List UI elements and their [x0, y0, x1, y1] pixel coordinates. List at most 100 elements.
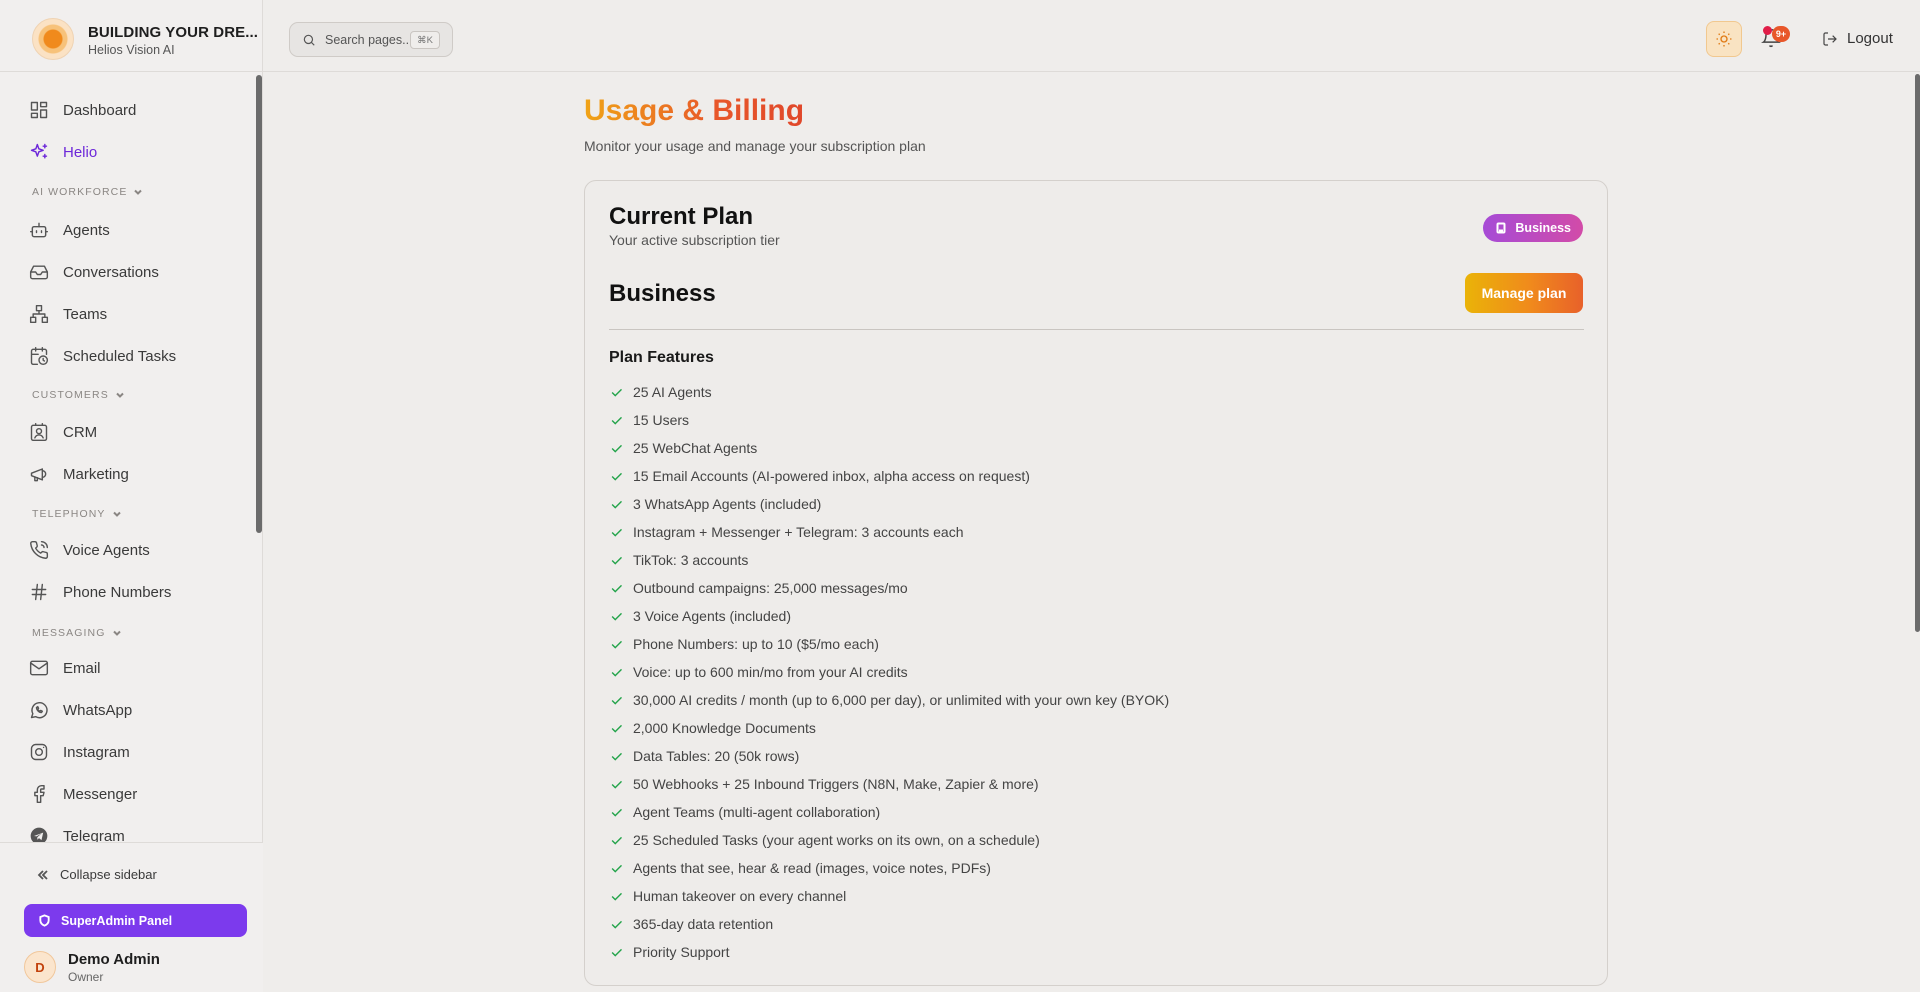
notification-count-badge: 9+	[1772, 26, 1790, 42]
user-role: Owner	[68, 970, 104, 984]
feature-label: 50 Webhooks + 25 Inbound Triggers (N8N, …	[633, 776, 1039, 792]
sidebar-item-helio[interactable]: Helio	[28, 136, 248, 168]
feature-label: 30,000 AI credits / month (up to 6,000 p…	[633, 692, 1170, 708]
check-icon	[611, 752, 622, 761]
feature-label: Agent Teams (multi-agent collaboration)	[633, 804, 881, 820]
check-icon	[611, 780, 622, 789]
sidebar-item-label: Helio	[63, 143, 98, 161]
mail-icon	[28, 657, 50, 679]
list-item: Outbound campaigns: 25,000 messages/mo	[609, 577, 908, 599]
sidebar-item-label: Email	[63, 659, 101, 677]
brand-logo	[32, 18, 74, 60]
check-icon	[611, 612, 622, 621]
check-icon	[611, 444, 622, 453]
section-telephony[interactable]: TELEPHONY	[32, 508, 122, 520]
feature-label: 2,000 Knowledge Documents	[633, 720, 816, 736]
sidebar-item-telegram[interactable]: Telegram	[28, 820, 248, 842]
section-label: MESSAGING	[32, 627, 106, 639]
sidebar-item-instagram[interactable]: Instagram	[28, 736, 248, 768]
list-item: 25 Scheduled Tasks (your agent works on …	[609, 829, 1040, 851]
check-icon	[611, 500, 622, 509]
page-scrollbar[interactable]	[1915, 74, 1920, 632]
list-item: TikTok: 3 accounts	[609, 549, 748, 571]
chevron-down-icon	[116, 392, 124, 398]
feature-label: TikTok: 3 accounts	[633, 552, 749, 568]
check-icon	[611, 528, 622, 537]
sidebar-item-label: CRM	[63, 423, 98, 441]
sidebar-item-voice-agents[interactable]: Voice Agents	[28, 534, 248, 566]
list-item: Instagram + Messenger + Telegram: 3 acco…	[609, 521, 963, 543]
current-plan-card: Current Plan Your active subscription ti…	[584, 180, 1608, 986]
sidebar: BUILDING YOUR DRE... Helios Vision AI Da…	[0, 0, 263, 992]
feature-label: Human takeover on every channel	[633, 888, 847, 904]
feature-label: Phone Numbers: up to 10 ($5/mo each)	[633, 636, 879, 652]
sidebar-item-teams[interactable]: Teams	[28, 298, 248, 330]
list-item: 15 Email Accounts (AI-powered inbox, alp…	[609, 465, 1030, 487]
list-item: Phone Numbers: up to 10 ($5/mo each)	[609, 633, 879, 655]
sidebar-item-messenger[interactable]: Messenger	[28, 778, 248, 810]
feature-label: 25 AI Agents	[633, 384, 712, 400]
phone-call-icon	[28, 539, 50, 561]
list-item: Priority Support	[609, 941, 729, 963]
search-shortcut: ⌘K	[410, 31, 440, 49]
sidebar-item-agents[interactable]: Agents	[28, 214, 248, 246]
superadmin-panel-button[interactable]: SuperAdmin Panel	[24, 904, 247, 937]
list-item: 25 WebChat Agents	[609, 437, 757, 459]
sidebar-item-label: Agents	[63, 221, 110, 239]
feature-label: Data Tables: 20 (50k rows)	[633, 748, 800, 764]
chevron-down-icon	[134, 189, 143, 195]
sidebar-item-label: Phone Numbers	[63, 583, 172, 601]
plan-badge-label: Business	[1515, 221, 1571, 235]
user-name: Demo Admin	[68, 951, 160, 968]
page-title: Usage & Billing	[584, 94, 805, 127]
manage-plan-button[interactable]: Manage plan	[1465, 273, 1583, 313]
collapse-sidebar-button[interactable]: Collapse sidebar	[36, 867, 157, 882]
sidebar-item-scheduled-tasks[interactable]: Scheduled Tasks	[28, 340, 248, 372]
section-customers[interactable]: CUSTOMERS	[32, 389, 125, 401]
feature-label: 15 Email Accounts (AI-powered inbox, alp…	[633, 468, 1030, 484]
check-icon	[611, 640, 622, 649]
check-icon	[611, 556, 622, 565]
search-placeholder: Search pages...	[325, 32, 413, 47]
sun-icon	[1716, 31, 1732, 47]
feature-label: Instagram + Messenger + Telegram: 3 acco…	[633, 524, 964, 540]
feature-label: Agents that see, hear & read (images, vo…	[633, 860, 991, 876]
section-messaging[interactable]: MESSAGING	[32, 627, 122, 639]
sidebar-item-dashboard[interactable]: Dashboard	[28, 94, 248, 126]
sidebar-item-marketing[interactable]: Marketing	[28, 458, 248, 490]
list-item: 25 AI Agents	[609, 381, 712, 403]
status-dot	[1763, 26, 1772, 35]
avatar[interactable]: D	[24, 951, 56, 983]
card-title: Current Plan	[609, 203, 754, 230]
sidebar-item-email[interactable]: Email	[28, 652, 248, 684]
brand-header[interactable]: BUILDING YOUR DRE... Helios Vision AI	[0, 0, 263, 72]
sidebar-item-phone-numbers[interactable]: Phone Numbers	[28, 576, 248, 608]
section-ai-workforce[interactable]: AI WORKFORCE	[32, 186, 143, 198]
search-input[interactable]: Search pages... ⌘K	[289, 22, 453, 57]
search-icon	[303, 34, 315, 46]
sidebar-item-whatsapp[interactable]: WhatsApp	[28, 694, 248, 726]
check-icon	[611, 948, 622, 957]
list-item: 3 Voice Agents (included)	[609, 605, 791, 627]
sidebar-item-label: Marketing	[63, 465, 129, 483]
collapse-label: Collapse sidebar	[60, 867, 157, 882]
sidebar-item-crm[interactable]: CRM	[28, 416, 248, 448]
chevron-down-icon	[112, 630, 121, 636]
list-item: 50 Webhooks + 25 Inbound Triggers (N8N, …	[609, 773, 1039, 795]
feature-label: Outbound campaigns: 25,000 messages/mo	[633, 580, 908, 596]
sidebar-item-label: Dashboard	[63, 101, 137, 119]
list-item: Human takeover on every channel	[609, 885, 846, 907]
sidebar-item-conversations[interactable]: Conversations	[28, 256, 248, 288]
check-icon	[611, 696, 622, 705]
check-icon	[611, 668, 622, 677]
dashboard-icon	[28, 99, 50, 121]
sidebar-item-label: Voice Agents	[63, 541, 150, 559]
card-subtitle: Your active subscription tier	[609, 232, 780, 248]
sidebar-scrollbar[interactable]	[256, 75, 262, 533]
section-label: TELEPHONY	[32, 508, 106, 520]
logout-icon	[1823, 31, 1837, 46]
sidebar-footer: Collapse sidebar SuperAdmin Panel D Demo…	[0, 842, 263, 992]
theme-toggle-button[interactable]	[1706, 21, 1742, 57]
logout-button[interactable]: Logout	[1822, 30, 1893, 47]
check-icon	[611, 416, 622, 425]
